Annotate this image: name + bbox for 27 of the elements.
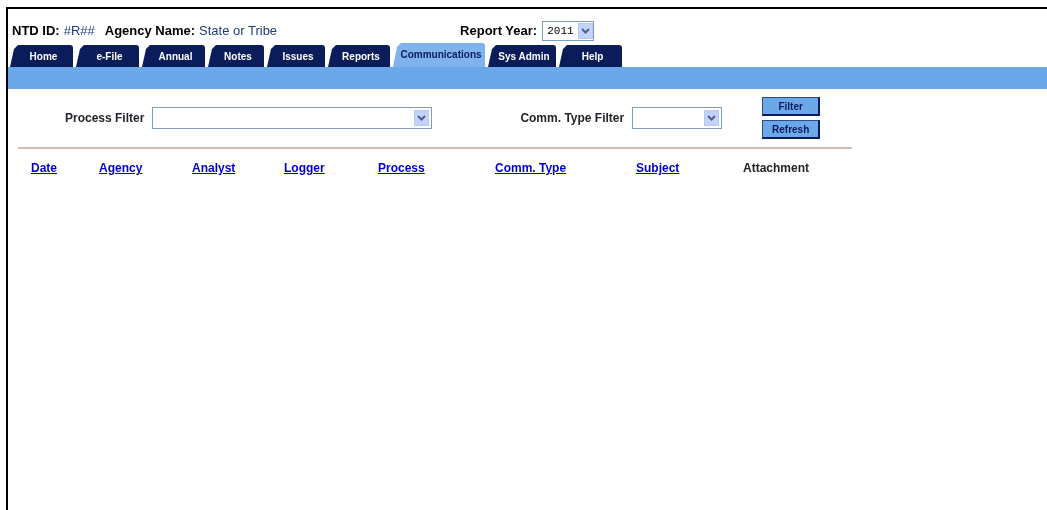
nav-tab[interactable]: Communications — [393, 43, 485, 67]
nav-tab[interactable]: Help — [559, 45, 622, 67]
nav-tab[interactable]: Notes — [208, 45, 264, 67]
column-header-link[interactable]: Comm. Type — [495, 159, 567, 177]
action-button[interactable]: Refresh — [762, 120, 821, 139]
nav-tab[interactable]: e-File — [76, 45, 139, 67]
report-year-label: Report Year: — [460, 22, 538, 41]
nav-tab[interactable]: Annual — [142, 45, 205, 67]
column-header-link[interactable]: Analyst — [192, 159, 236, 177]
nav-tab[interactable]: Issues — [267, 45, 325, 67]
column-header-link[interactable]: Date — [31, 159, 57, 177]
ntd-id-label: NTD ID: — [12, 22, 60, 41]
ntd-id-value: #R## — [63, 22, 95, 41]
filter-label: Process Filter — [65, 110, 145, 127]
column-header-link[interactable]: Agency — [99, 159, 143, 177]
column-header: Attachment — [743, 160, 809, 177]
column-header-link[interactable]: Subject — [636, 159, 680, 177]
action-button[interactable]: Filter — [762, 97, 821, 116]
nav-tab[interactable]: Home — [10, 45, 73, 67]
column-header-link[interactable]: Logger — [284, 159, 325, 177]
report-year-select[interactable]: 2011 — [542, 21, 594, 41]
nav-tab[interactable]: Sys Admin — [488, 45, 556, 67]
agency-name-value: State or Tribe — [199, 22, 278, 41]
agency-name-label: Agency Name: — [104, 22, 196, 41]
column-header-link[interactable]: Process — [378, 159, 425, 177]
nav-tab[interactable]: Reports — [328, 45, 390, 67]
filter-label: Comm. Type Filter — [520, 110, 625, 127]
